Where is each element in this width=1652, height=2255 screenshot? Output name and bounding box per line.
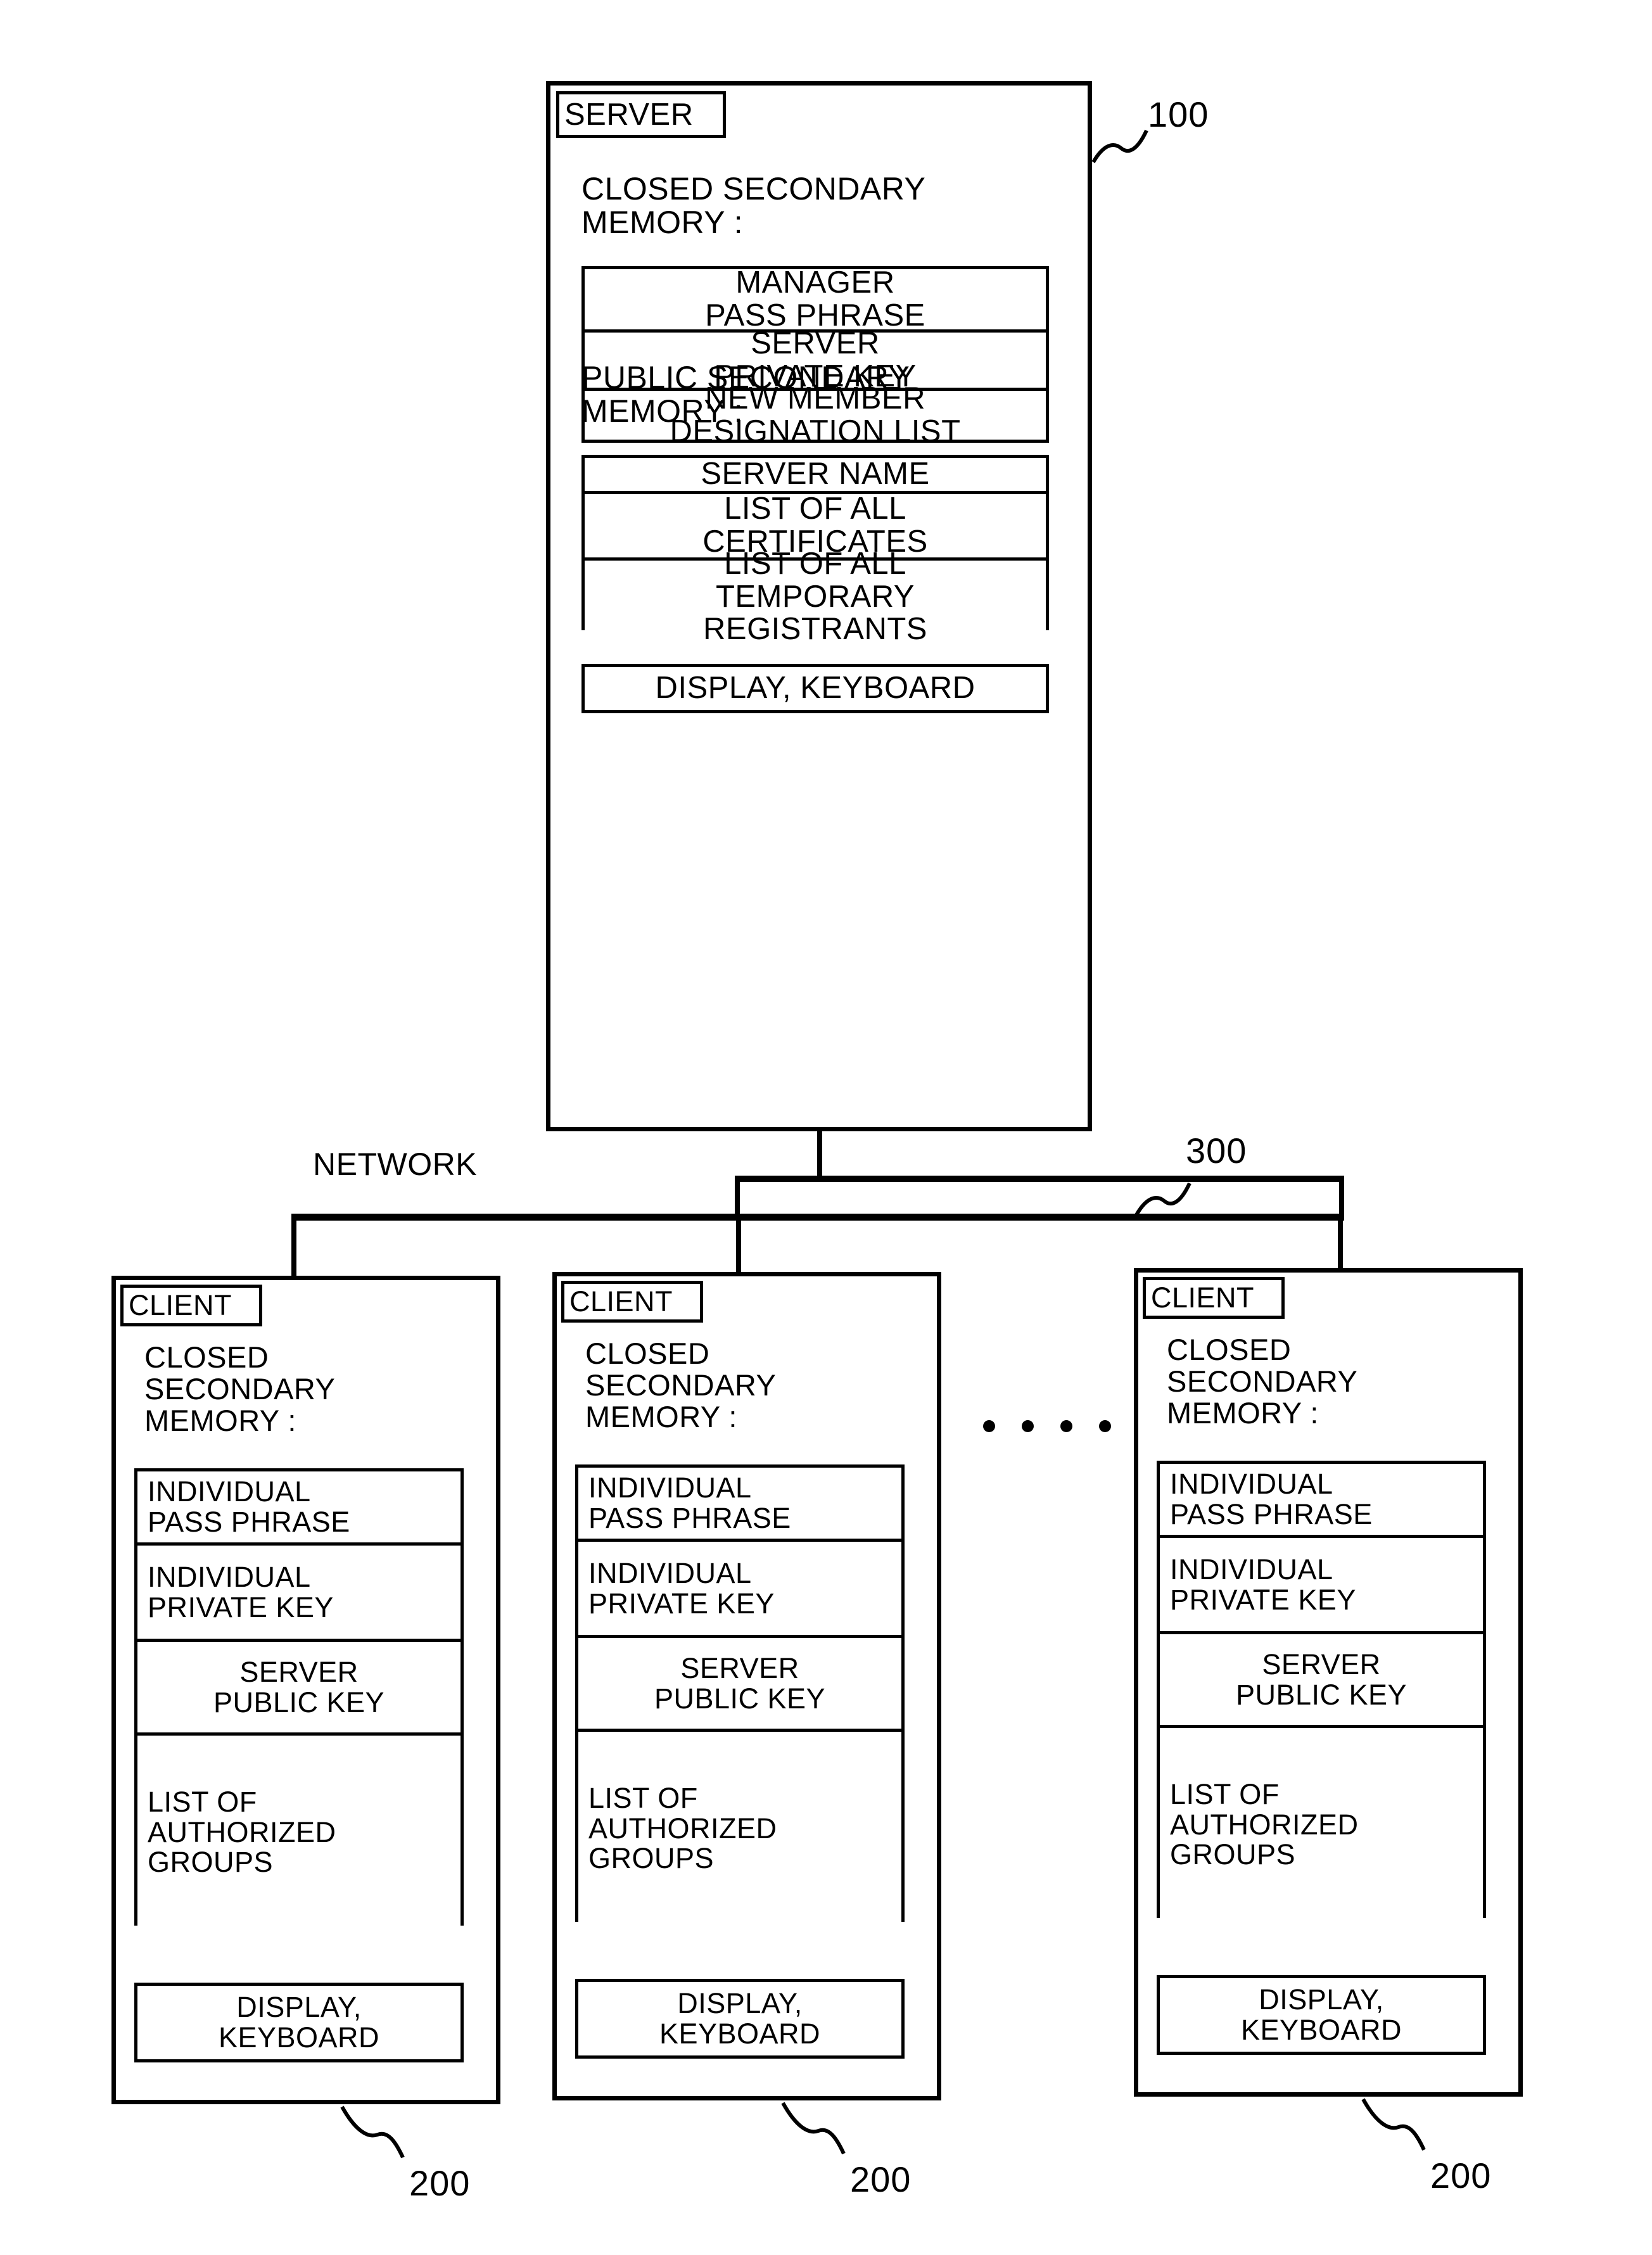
- server-tag-label: SERVER: [564, 98, 694, 132]
- client-1-ref-number: 200: [409, 2163, 471, 2203]
- memory-row: SERVER PUBLIC KEY: [137, 1642, 461, 1736]
- row-line-2: AUTHORIZED: [1170, 1808, 1359, 1841]
- client-2-memory-heading: CLOSED SECONDARY MEMORY :: [585, 1337, 777, 1433]
- memory-row: INDIVIDUAL PRIVATE KEY: [578, 1542, 901, 1638]
- client-3-io-box: DISPLAY, KEYBOARD: [1157, 1975, 1486, 2055]
- memory-row: LIST OF AUTHORIZED GROUPS: [137, 1736, 461, 1929]
- row-line-2: AUTHORIZED: [148, 1815, 336, 1848]
- ellipsis-dot: [1099, 1420, 1111, 1432]
- client-tag-label: CLIENT: [569, 1285, 673, 1318]
- client-1-memory-heading: CLOSED SECONDARY MEMORY :: [144, 1340, 336, 1437]
- row-line-1: INDIVIDUAL: [148, 1475, 311, 1508]
- row-line-1: SERVER: [239, 1655, 359, 1688]
- clients-ellipsis: [983, 1420, 1111, 1432]
- row-line-2: PASS PHRASE: [588, 1502, 791, 1534]
- row-line-1: INDIVIDUAL: [588, 1556, 752, 1589]
- row-line-2: PUBLIC KEY: [1235, 1678, 1407, 1711]
- network-bus-left-riser: [735, 1176, 740, 1219]
- client-io-line-1: DISPLAY,: [236, 1991, 362, 2024]
- memory-row: MANAGER PASS PHRASE: [585, 265, 1046, 333]
- row-line-3: GROUPS: [1170, 1838, 1296, 1871]
- client-3-ref-number: 200: [1430, 2156, 1492, 2195]
- row-line-1: SERVER: [680, 1651, 799, 1684]
- row-line-3: REGISTRANTS: [703, 612, 927, 647]
- client-io-line-2: KEYBOARD: [659, 2017, 821, 2050]
- client-tag-label: CLIENT: [129, 1289, 232, 1321]
- memory-row: LIST OF AUTHORIZED GROUPS: [1160, 1728, 1483, 1921]
- row-line-2: AUTHORIZED: [588, 1812, 777, 1845]
- row-line-2: TEMPORARY: [716, 579, 915, 614]
- server-io-box: DISPLAY, KEYBOARD: [581, 664, 1049, 713]
- row-line-1: SERVER NAME: [701, 457, 930, 492]
- client-3-memory-group: INDIVIDUAL PASS PHRASE INDIVIDUAL PRIVAT…: [1157, 1461, 1486, 1921]
- row-line-1: SERVER: [751, 326, 880, 360]
- network-ref-number: 300: [1186, 1131, 1247, 1171]
- ellipsis-dot: [983, 1420, 995, 1432]
- client-2-tag: CLIENT: [561, 1281, 703, 1323]
- memory-row: LIST OF ALL TEMPORARY REGISTRANTS: [585, 547, 1046, 645]
- memory-row: INDIVIDUAL PRIVATE KEY: [1160, 1538, 1483, 1634]
- server-public-memory-heading: PUBLIC SECONDARY MEMORY :: [581, 360, 910, 429]
- client-1-memory-group: INDIVIDUAL PASS PHRASE INDIVIDUAL PRIVAT…: [134, 1468, 464, 1929]
- row-line-2: PASS PHRASE: [148, 1506, 350, 1538]
- row-line-3: GROUPS: [148, 1846, 274, 1879]
- row-line-2: PRIVATE KEY: [1170, 1583, 1356, 1616]
- row-line-2: PASS PHRASE: [1170, 1498, 1373, 1530]
- client-io-line-1: DISPLAY,: [677, 1987, 803, 2020]
- row-line-2: PRIVATE KEY: [588, 1587, 775, 1620]
- patent-figure: SERVER CLOSED SECONDARY MEMORY : MANAGER…: [0, 0, 1652, 2255]
- client-3-tag: CLIENT: [1143, 1277, 1285, 1319]
- server-public-memory-group: SERVER NAME LIST OF ALL CERTIFICATES LIS…: [581, 455, 1049, 645]
- row-line-2: PRIVATE KEY: [148, 1591, 334, 1623]
- memory-row: SERVER PUBLIC KEY: [1160, 1634, 1483, 1728]
- memory-row: SERVER NAME: [585, 457, 1046, 494]
- row-line-1: LIST OF ALL: [724, 546, 906, 581]
- client-tag-label: CLIENT: [1151, 1281, 1255, 1314]
- row-line-2: PUBLIC KEY: [213, 1686, 385, 1718]
- network-bus-upper: [735, 1176, 1344, 1182]
- network-label: NETWORK: [313, 1147, 478, 1182]
- ellipsis-dot: [1060, 1420, 1072, 1432]
- network-bus-right-riser: [1339, 1176, 1344, 1219]
- row-line-1: SERVER: [1262, 1648, 1381, 1680]
- client-2-drop-line: [736, 1221, 741, 1278]
- memory-row: INDIVIDUAL PASS PHRASE: [578, 1468, 901, 1542]
- client-io-line-2: KEYBOARD: [1240, 2014, 1402, 2046]
- memory-row: SERVER PUBLIC KEY: [578, 1638, 901, 1732]
- row-line-1: LIST OF: [588, 1781, 698, 1814]
- ellipsis-dot: [1022, 1420, 1034, 1432]
- server-ref-number: 100: [1148, 94, 1209, 134]
- memory-row: INDIVIDUAL PASS PHRASE: [137, 1471, 461, 1546]
- memory-row: INDIVIDUAL PRIVATE KEY: [137, 1546, 461, 1642]
- server-io-label: DISPLAY, KEYBOARD: [655, 671, 975, 706]
- row-line-1: INDIVIDUAL: [148, 1560, 311, 1593]
- client-2-ref-number: 200: [850, 2159, 912, 2199]
- server-network-drop-line: [817, 1131, 822, 1179]
- row-line-1: LIST OF ALL: [724, 492, 906, 526]
- row-line-3: GROUPS: [588, 1842, 715, 1875]
- memory-row: INDIVIDUAL PASS PHRASE: [1160, 1464, 1483, 1538]
- client-1-io-box: DISPLAY, KEYBOARD: [134, 1983, 464, 2062]
- client-io-line-1: DISPLAY,: [1259, 1983, 1384, 2016]
- server-tag: SERVER: [556, 91, 726, 138]
- client-3-memory-heading: CLOSED SECONDARY MEMORY :: [1167, 1333, 1358, 1430]
- row-line-1: LIST OF: [1170, 1777, 1280, 1810]
- client-1-tag: CLIENT: [120, 1285, 262, 1326]
- row-line-1: LIST OF: [148, 1785, 257, 1818]
- row-line-1: MANAGER: [735, 265, 895, 300]
- client-2-memory-group: INDIVIDUAL PASS PHRASE INDIVIDUAL PRIVAT…: [575, 1464, 905, 1925]
- row-line-1: INDIVIDUAL: [1170, 1468, 1333, 1501]
- row-line-1: INDIVIDUAL: [1170, 1553, 1333, 1585]
- memory-row: LIST OF AUTHORIZED GROUPS: [578, 1732, 901, 1925]
- row-line-2: PUBLIC KEY: [654, 1682, 826, 1715]
- row-line-1: INDIVIDUAL: [588, 1471, 752, 1504]
- server-closed-memory-heading: CLOSED SECONDARY MEMORY :: [581, 171, 926, 240]
- client-2-io-box: DISPLAY, KEYBOARD: [575, 1979, 905, 2059]
- client-io-line-2: KEYBOARD: [218, 2021, 380, 2054]
- client-1-drop-line: [291, 1221, 296, 1278]
